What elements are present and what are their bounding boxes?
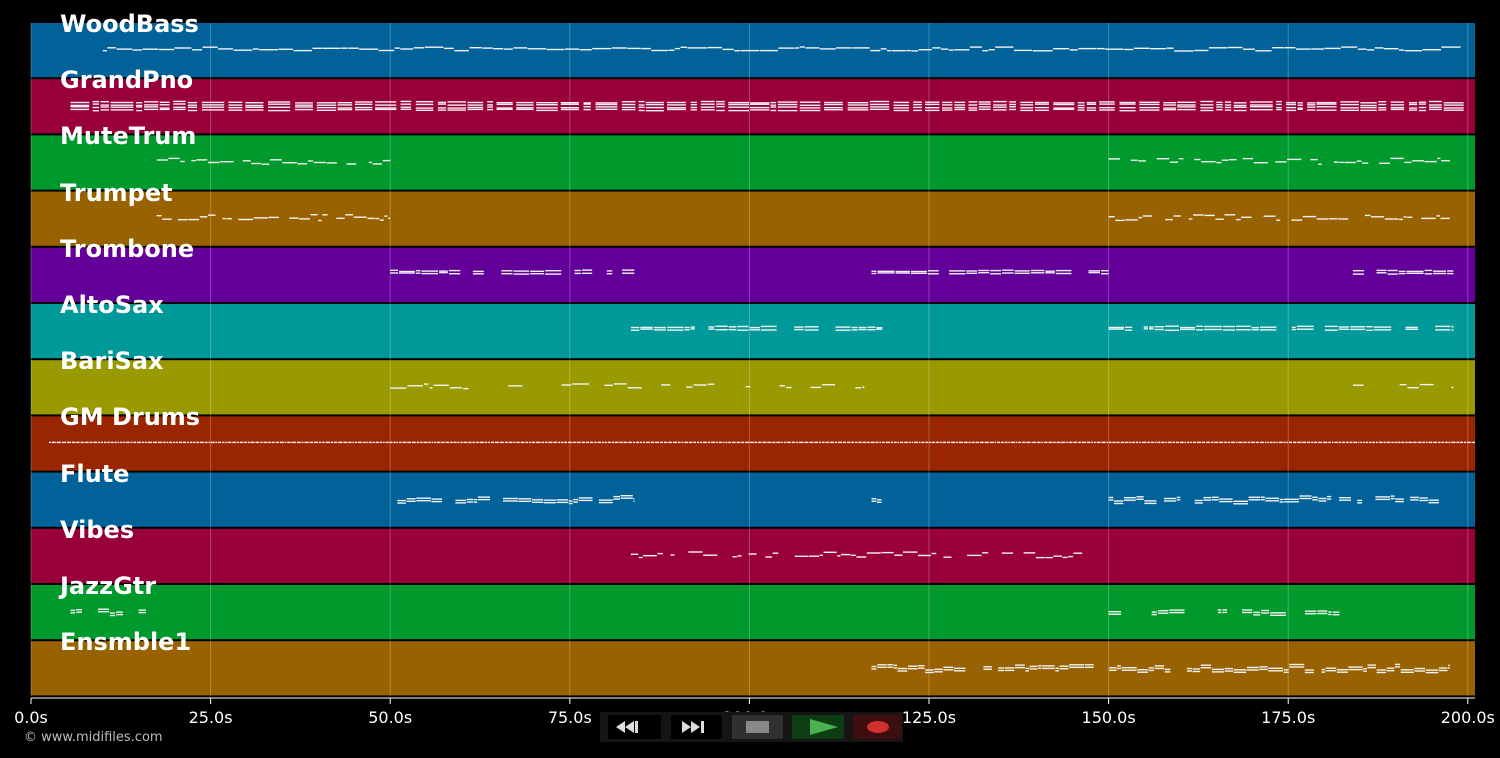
play-icon xyxy=(810,719,838,735)
track-name: Trombone xyxy=(60,234,195,263)
stop-button[interactable] xyxy=(732,715,783,739)
transport-bar xyxy=(600,712,903,742)
time-tick-label: 200.0s xyxy=(1440,708,1495,727)
time-tick-label: 150.0s xyxy=(1081,708,1136,727)
time-tick-label: 25.0s xyxy=(188,708,233,727)
stop-icon xyxy=(746,721,769,733)
track-lane[interactable] xyxy=(31,528,1475,583)
record-icon xyxy=(867,721,889,733)
copyright-text: © www.midifiles.com xyxy=(24,730,163,745)
track-lane[interactable] xyxy=(31,360,1475,415)
time-tick-label: 175.0s xyxy=(1261,708,1316,727)
track-name: JazzGtr xyxy=(60,572,157,600)
time-tick-label: 0.0s xyxy=(14,708,48,727)
piano-roll[interactable] xyxy=(0,0,1500,758)
track-name: GrandPno xyxy=(60,66,194,95)
fast-forward-icon xyxy=(682,721,704,733)
track-name: MuteTrum xyxy=(60,122,197,151)
track-name: Flute xyxy=(60,459,130,488)
time-tick-label: 75.0s xyxy=(547,708,592,727)
rewind-button[interactable] xyxy=(608,715,661,739)
track-name: BariSax xyxy=(60,347,164,376)
fast-forward-button[interactable] xyxy=(671,715,722,739)
time-tick-label: 50.0s xyxy=(368,708,413,727)
track-lane[interactable] xyxy=(31,247,1475,302)
rewind-icon xyxy=(616,721,638,733)
track-name: GM Drums xyxy=(60,403,201,432)
track-name: AltoSax xyxy=(60,291,164,319)
track-name: Trumpet xyxy=(60,178,173,207)
track-lane[interactable] xyxy=(31,416,1475,471)
time-tick-label: 125.0s xyxy=(901,708,957,727)
track-name: Vibes xyxy=(60,515,135,544)
track-name: Ensmble1 xyxy=(60,628,192,657)
track-lane[interactable] xyxy=(31,191,1475,246)
record-button[interactable] xyxy=(853,715,901,739)
play-button[interactable] xyxy=(792,715,844,739)
track-name: WoodBass xyxy=(60,10,199,38)
track-lane[interactable] xyxy=(31,641,1475,696)
track-lane[interactable] xyxy=(31,304,1475,359)
